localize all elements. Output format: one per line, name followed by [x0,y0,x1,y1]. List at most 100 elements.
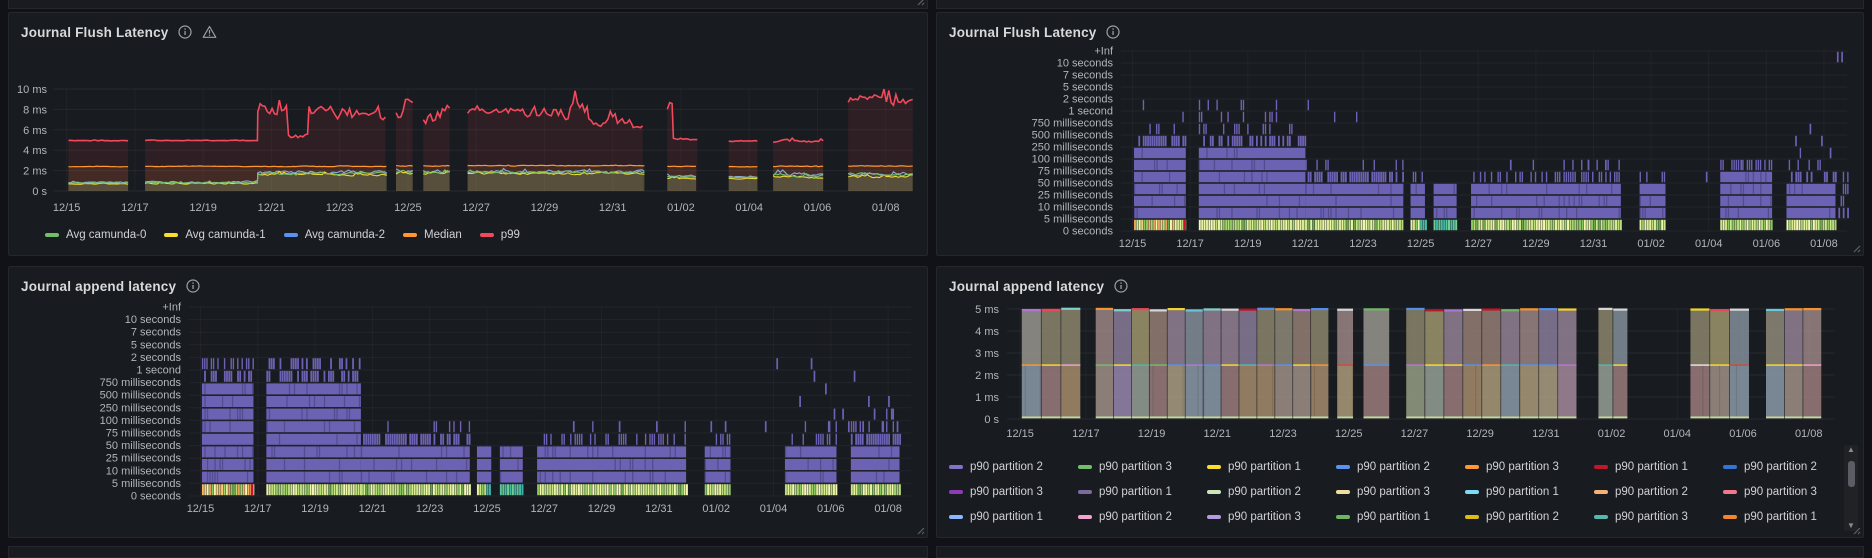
heatmap-cell-sparse [1817,159,1819,171]
legend-scrollbar[interactable]: ▲ ▼ [1844,445,1858,531]
legend-item[interactable]: p90 partition 2 [1207,486,1336,498]
heatmap-cell-sparse [206,358,208,370]
legend-label: p90 partition 2 [970,460,1043,473]
legend-item[interactable]: p90 partition 1 [1336,511,1465,523]
legend-item[interactable]: p90 partition 3 [1723,486,1852,498]
legend-item[interactable]: p90 partition 3 [949,486,1078,498]
bar-bottom-line [1406,416,1425,419]
heatmap-cell-sparse [1144,135,1147,147]
heatmap-strip-cell [1569,219,1572,231]
legend-item[interactable]: p90 partition 3 [1078,461,1207,473]
heatmap-strip-cell [1225,219,1228,231]
flush-latency-line-chart[interactable]: 10 ms8 ms6 ms4 ms2 ms0 s12/15 12/17 12/19 1… [17,45,921,217]
panel-resize-handle[interactable] [915,525,925,535]
heatmap-cell-sparse [649,433,651,445]
legend-item[interactable]: p90 partition 1 [1594,461,1723,473]
legend-item[interactable]: p99 [479,229,520,241]
scrollbar-thumb[interactable] [1847,461,1855,487]
legend-item[interactable]: p90 partition 3 [1207,511,1336,523]
legend-label: Avg camunda-0 [66,229,147,241]
heatmap-cell-sparse [332,370,335,382]
legend-item[interactable]: p90 partition 3 [1465,461,1594,473]
heatmap-cell-texture [306,383,308,395]
bar-lower-segment [1784,365,1803,417]
panel-resize-handle[interactable] [915,0,925,6]
panel-resize-handle[interactable] [1851,525,1861,535]
panel-resize-handle[interactable] [1851,243,1861,253]
heatmap-cell-solid [1471,207,1621,219]
bar-upper-segment [1463,310,1482,366]
heatmap-strip-cell [799,484,802,496]
legend-label: p90 partition 3 [970,485,1043,498]
heatmap-cell-solid [266,396,361,407]
append-latency-heatmap-chart[interactable]: +Inf10 seconds7 seconds5 seconds2 second… [17,299,921,527]
heatmap-cell-texture [360,446,363,458]
bar-bottom-line [1131,416,1149,419]
info-icon[interactable] [178,25,193,39]
legend-item[interactable]: p90 partition 1 [1078,486,1207,498]
heatmap-strip-cell [661,484,664,496]
legend-item[interactable]: p90 partition 3 [1336,486,1465,498]
x-axis-label: 12/27 [531,503,559,515]
heatmap-cell-solid [201,459,254,470]
legend-item[interactable]: p90 partition 2 [1336,461,1465,473]
info-icon[interactable] [186,279,200,293]
heatmap-cell-sparse [1164,135,1167,147]
panel-title[interactable]: Journal append latency [949,279,1104,294]
bar-mid-accent [1113,364,1132,366]
heatmap-strip-cell [1646,219,1649,231]
legend-item[interactable]: p90 partition 3 [1594,511,1723,523]
bar-mid-accent [1598,364,1613,366]
legend-item[interactable]: Median [403,229,462,241]
heatmap-strip-cell [889,484,892,496]
legend-item[interactable]: p90 partition 1 [949,511,1078,523]
bar-upper-segment [1558,309,1577,366]
heatmap-cell-texture [592,471,594,483]
panel-title[interactable]: Journal append latency [21,279,176,294]
heatmap-strip-cell [1815,219,1818,231]
legend-item[interactable]: p90 partition 2 [1465,511,1594,523]
heatmap-cell-sparse [1242,99,1245,111]
heatmap-cell-texture [1568,195,1570,207]
heatmap-strip-cell [1564,219,1567,231]
heatmap-strip-cell [1208,219,1211,231]
heatmap-strip-cell [1299,219,1302,231]
heatmap-cell-texture [1251,171,1253,183]
heatmap-cell-texture [216,471,219,483]
heatmap-cell-sparse [1218,135,1221,147]
heatmap-cell-sparse [1182,111,1184,123]
heatmap-strip-cell [891,484,894,496]
append-latency-bar-chart[interactable]: 5 ms4 ms3 ms2 ms1 ms0 s12/15 12/17 12/19 12… [945,299,1843,447]
scroll-up-icon[interactable]: ▲ [1847,445,1855,455]
heatmap-cell-texture [341,471,343,483]
panel-title[interactable]: Journal Flush Latency [21,25,168,40]
legend-item[interactable]: p90 partition 2 [1723,461,1852,473]
heatmap-cell-single [1587,159,1590,171]
heatmap-cell-sparse [1304,135,1307,147]
flush-latency-heatmap-chart[interactable]: +Inf10 seconds7 seconds5 seconds2 second… [945,45,1857,253]
heatmap-strip-cell [1133,219,1136,231]
legend-item[interactable]: Avg camunda-2 [283,229,385,241]
heatmap-strip-cell [1424,219,1427,231]
legend-item[interactable]: p90 partition 1 [1207,461,1336,473]
legend-item[interactable]: p90 partition 2 [949,461,1078,473]
x-axis-label: 12/27 [462,202,490,214]
heatmap-cell-texture [632,471,634,483]
info-icon[interactable] [1106,25,1121,39]
heatmap-strip-cell [1571,219,1574,231]
info-icon[interactable] [1114,279,1128,293]
legend-item[interactable]: p90 partition 1 [1723,511,1852,523]
warning-icon[interactable] [202,25,217,39]
bucket-label: 50 milliseconds [1038,178,1114,190]
panel-title[interactable]: Journal Flush Latency [949,25,1096,40]
bar-upper-segment [1729,310,1749,366]
legend-item[interactable]: p90 partition 2 [1594,486,1723,498]
legend-item[interactable]: Avg camunda-1 [164,229,266,241]
legend-item[interactable]: p90 partition 2 [1078,511,1207,523]
heatmap-cell-sparse [820,433,822,445]
legend-item[interactable]: Avg camunda-0 [45,229,146,241]
legend-item[interactable]: p90 partition 1 [1465,486,1594,498]
heatmap-cell-sparse [1616,171,1618,183]
heatmap-strip-cell [1471,219,1474,231]
heatmap-strip-cell [1172,219,1175,231]
